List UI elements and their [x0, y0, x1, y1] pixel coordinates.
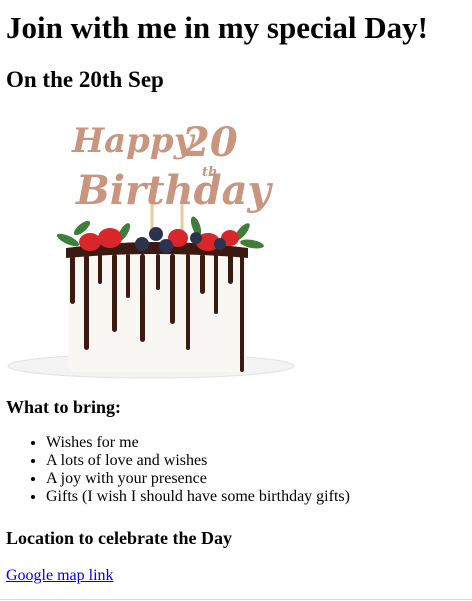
topper-birthday-text: Birthday: [75, 167, 274, 214]
list-item: A joy with your presence: [46, 470, 350, 488]
birthday-cake-image: Happy 20 th Birthday: [7, 119, 295, 379]
list-item: A lots of love and wishes: [46, 452, 350, 470]
google-map-link[interactable]: Google map link: [6, 567, 114, 585]
invitation-page: Join with me in my special Day! On the 2…: [0, 0, 472, 601]
list-item: Gifts (I wish I should have some birthda…: [46, 488, 350, 506]
topper-happy-text: Happy: [71, 121, 196, 161]
list-item: Wishes for me: [46, 434, 350, 452]
bring-list: Wishes for me A lots of love and wishes …: [6, 434, 350, 506]
what-to-bring-heading: What to bring:: [6, 397, 122, 417]
divider: [0, 599, 472, 600]
page-title: Join with me in my special Day!: [6, 10, 428, 45]
date-subtitle: On the 20th Sep: [6, 67, 164, 92]
topper-number-text: 20: [181, 119, 238, 166]
location-heading: Location to celebrate the Day: [6, 528, 232, 548]
